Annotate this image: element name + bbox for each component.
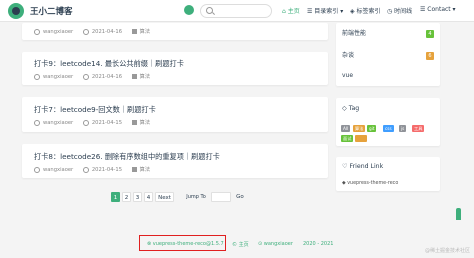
tag-chip[interactable]: 工具	[412, 125, 425, 132]
highlight-box	[139, 235, 226, 251]
nav-timeline[interactable]: ◷ 时间线	[387, 6, 412, 15]
nav-categories[interactable]: ☰ 目录索引 ▾	[307, 6, 343, 15]
clock-icon	[82, 166, 89, 173]
category-item[interactable]: 杂谈 6	[342, 50, 434, 62]
nav-tags[interactable]: ◈ 标签索引	[350, 6, 381, 15]
tag-icon	[131, 120, 137, 125]
next-page-button[interactable]: Next	[155, 192, 174, 202]
page-button-4[interactable]: 4	[144, 192, 153, 202]
tag-chip[interactable]: css	[383, 125, 394, 132]
top-navbar: 王小二博客 ⌂ 主页 ☰ 目录索引 ▾ ◈ 标签索引 ◷ 时间线 ☰ Conta…	[0, 0, 474, 22]
footer-home-link[interactable]: © 主页	[232, 241, 249, 248]
watermark: @稀土掘金技术社区	[424, 248, 470, 254]
jump-to-label: Jump To	[186, 194, 206, 200]
page-button-1[interactable]: 1	[111, 192, 120, 202]
tag-chip[interactable]	[355, 135, 367, 142]
tag-icon	[131, 74, 137, 79]
tag-icon	[131, 167, 137, 172]
user-icon	[34, 166, 40, 173]
post-title[interactable]: 打卡8：leetcode26. 删除有序数组中的重复项｜刷题打卡	[34, 152, 220, 162]
category-item[interactable]: 前端性能 4	[342, 28, 434, 40]
nav-home[interactable]: ⌂ 主页	[282, 6, 300, 15]
tag-chip[interactable]: js	[399, 125, 407, 132]
post-meta: wangxiaoer 2021-04-16 算法	[34, 73, 150, 80]
palette-icon[interactable]	[184, 5, 194, 15]
page-button-2[interactable]: 2	[122, 192, 131, 202]
tag-chip[interactable]: git	[367, 125, 377, 132]
tags-panel: ◇ Tag All 算法 git css js 工具 面试	[336, 98, 440, 146]
nav-contact[interactable]: ☰ Contact ▾	[420, 6, 456, 13]
page-button-3[interactable]: 3	[133, 192, 142, 202]
clock-icon	[82, 119, 89, 126]
friend-links-panel: ♡ Friend Link ◆ vuepress-theme-reco	[336, 157, 440, 191]
friend-link-title: ♡ Friend Link	[342, 163, 384, 170]
back-to-top-rocket-icon[interactable]	[456, 208, 461, 220]
user-icon	[34, 119, 40, 126]
post-meta: wangxiaoer 2021-04-15 算法	[34, 119, 150, 126]
search-input[interactable]	[200, 4, 272, 18]
post-title[interactable]: 打卡7：leetcode9-回文数｜刷题打卡	[34, 105, 156, 115]
post-card[interactable]: 打卡8：leetcode26. 删除有序数组中的重复项｜刷题打卡 wangxia…	[22, 144, 328, 178]
go-button[interactable]: Go	[233, 192, 247, 202]
category-count: 4	[426, 30, 434, 38]
friend-link-item[interactable]: ◆ vuepress-theme-reco	[342, 181, 398, 186]
tag-icon	[131, 29, 137, 34]
jump-page-input[interactable]	[211, 192, 231, 202]
post-card[interactable]: wangxiaoer 2021-04-16 算法	[22, 23, 328, 40]
clock-icon	[82, 28, 89, 35]
post-meta: wangxiaoer 2021-04-15 算法	[34, 166, 150, 173]
post-card[interactable]: 打卡9：leetcode14. 最长公共前缀｜刷题打卡 wangxiaoer 2…	[22, 52, 328, 85]
category-item[interactable]: vue	[342, 70, 434, 82]
categories-panel: 前端性能 4 杂谈 6 vue	[336, 23, 440, 86]
category-count: 6	[426, 52, 434, 60]
tag-chip[interactable]: 面试	[341, 135, 354, 142]
tag-section-title: ◇ Tag	[342, 105, 360, 112]
user-icon	[34, 73, 40, 80]
user-icon	[34, 28, 40, 35]
site-logo-icon[interactable]	[8, 3, 24, 19]
footer-years: 2020 - 2021	[303, 241, 334, 247]
tag-chip[interactable]: 算法	[353, 125, 366, 132]
footer-author: ⊙ wangxiaoer	[258, 241, 293, 247]
search-icon	[206, 7, 213, 14]
site-title[interactable]: 王小二博客	[30, 5, 73, 17]
post-title[interactable]: 打卡9：leetcode14. 最长公共前缀｜刷题打卡	[34, 59, 184, 69]
clock-icon	[82, 73, 89, 80]
tag-chip[interactable]: All	[341, 125, 351, 132]
post-meta: wangxiaoer 2021-04-16 算法	[34, 28, 150, 35]
post-card[interactable]: 打卡7：leetcode9-回文数｜刷题打卡 wangxiaoer 2021-0…	[22, 97, 328, 132]
